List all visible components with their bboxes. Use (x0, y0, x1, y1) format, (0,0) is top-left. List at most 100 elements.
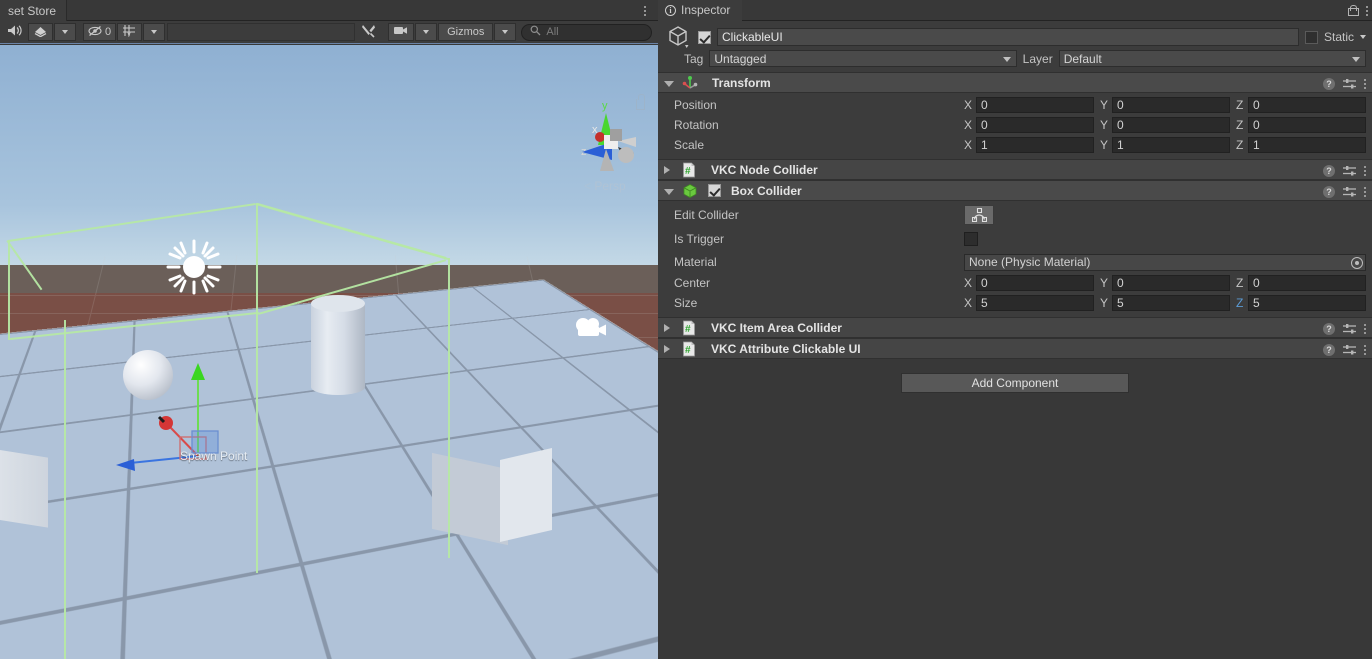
position-y-input[interactable]: 0 (1112, 97, 1230, 113)
rotation-y-input[interactable]: 0 (1112, 117, 1230, 133)
axis-y-label[interactable]: Y (1100, 98, 1108, 112)
scene-orientation-gizmo[interactable]: y z x (566, 97, 646, 177)
component-header-vkc-node-collider[interactable]: # VKC Node Collider ? (658, 159, 1372, 180)
camera-icon (393, 25, 409, 39)
preset-icon[interactable] (1343, 344, 1356, 356)
grid-snap-button[interactable]: y (117, 23, 142, 41)
context-menu-icon[interactable] (1364, 345, 1366, 355)
scene-viewport[interactable]: Spawn Point y z x (0, 45, 658, 659)
axis-x-label[interactable]: X (964, 118, 972, 132)
help-icon[interactable]: ? (1323, 186, 1335, 198)
axis-x-label[interactable]: X (964, 276, 972, 290)
box-collider-enabled-checkbox[interactable] (708, 184, 721, 197)
scene-cube-left[interactable] (0, 448, 48, 527)
component-header-box-collider[interactable]: Box Collider ? (658, 180, 1372, 201)
foldout-closed-icon[interactable] (664, 166, 673, 174)
size-x-input[interactable]: 5 (976, 295, 1094, 311)
edit-collider-button[interactable] (964, 205, 994, 225)
axis-y-label[interactable]: Y (1100, 138, 1108, 152)
context-menu-icon[interactable] (1364, 166, 1366, 176)
tab-inspector[interactable]: i Inspector (658, 0, 742, 21)
scene-camera-button[interactable] (388, 23, 414, 41)
static-checkbox[interactable] (1305, 31, 1318, 44)
help-icon[interactable]: ? (1323, 165, 1335, 177)
rotation-x-input[interactable]: 0 (976, 117, 1094, 133)
inspector-tools (1348, 0, 1368, 21)
camera-gizmo[interactable] (572, 315, 612, 341)
help-icon[interactable]: ? (1323, 344, 1335, 356)
gizmos-dropdown-button[interactable] (494, 23, 516, 41)
add-component-button[interactable]: Add Component (901, 373, 1129, 393)
scene-camera-dropdown-button[interactable] (415, 23, 437, 41)
object-picker-icon[interactable] (1351, 257, 1363, 269)
component-body-box-collider: Edit Collider Is Trigger (658, 201, 1372, 317)
preset-icon[interactable] (1343, 323, 1356, 335)
axis-y-label[interactable]: Y (1100, 118, 1108, 132)
physic-material-field[interactable]: None (Physic Material) (964, 254, 1366, 271)
scene-cylinder[interactable] (311, 303, 365, 395)
property-row-material: Material None (Physic Material) (658, 251, 1372, 273)
fx-dropdown-button[interactable] (54, 23, 76, 41)
size-z-input[interactable]: 5 (1248, 295, 1366, 311)
preset-icon[interactable] (1343, 186, 1356, 198)
preset-icon[interactable] (1343, 165, 1356, 177)
gizmos-button[interactable]: Gizmos (438, 23, 493, 41)
audio-toggle-button[interactable] (2, 23, 27, 41)
lock-icon[interactable] (1348, 5, 1357, 16)
context-menu-icon[interactable] (1364, 187, 1366, 197)
scale-x-input[interactable]: 1 (976, 137, 1094, 153)
size-y-input[interactable]: 5 (1112, 295, 1230, 311)
center-z-input[interactable]: 0 (1248, 275, 1366, 291)
help-icon[interactable]: ? (1323, 78, 1335, 90)
scene-tools-button[interactable] (356, 23, 381, 41)
axis-x-label[interactable]: X (964, 138, 972, 152)
fx-toggle-button[interactable] (28, 23, 53, 41)
is-trigger-checkbox[interactable] (964, 232, 978, 246)
position-x-input[interactable]: 0 (976, 97, 1094, 113)
component-header-vkc-item-area-collider[interactable]: # VKC Item Area Collider ? (658, 317, 1372, 338)
axis-z-label[interactable]: Z (1236, 276, 1244, 290)
projection-mode-label[interactable]: < Persp (584, 179, 626, 193)
directional-light-gizmo[interactable] (165, 238, 223, 296)
preset-icon[interactable] (1343, 78, 1356, 90)
inspector-context-menu-icon[interactable] (1366, 6, 1368, 16)
context-menu-icon[interactable] (1364, 79, 1366, 89)
chevron-down-icon (1003, 57, 1011, 62)
foldout-closed-icon[interactable] (664, 324, 673, 332)
axis-y-label[interactable]: Y (1100, 276, 1108, 290)
gizmo-lock-icon[interactable] (636, 99, 645, 110)
scale-z-input[interactable]: 1 (1248, 137, 1366, 153)
gameobject-active-checkbox[interactable] (698, 31, 711, 44)
grid-snap-dropdown-button[interactable] (143, 23, 165, 41)
scene-tab-options-menu[interactable] (638, 0, 652, 21)
axis-z-label[interactable]: Z (1236, 138, 1244, 152)
axis-x-label[interactable]: X (964, 98, 972, 112)
foldout-open-icon[interactable] (664, 81, 674, 87)
axis-y-label[interactable]: Y (1100, 296, 1108, 310)
help-icon[interactable]: ? (1323, 323, 1335, 335)
component-header-vkc-attribute-clickable-ui[interactable]: # VKC Attribute Clickable UI ? (658, 338, 1372, 359)
static-dropdown-icon[interactable] (1360, 35, 1366, 39)
foldout-closed-icon[interactable] (664, 345, 673, 353)
tab-asset-store[interactable]: set Store (0, 0, 67, 21)
tag-dropdown[interactable]: Untagged (709, 50, 1016, 67)
scene-cube-right[interactable] (432, 453, 508, 545)
axis-z-label[interactable]: Z (1236, 296, 1244, 310)
foldout-open-icon[interactable] (664, 189, 674, 195)
gameobject-cube-icon[interactable] (666, 24, 692, 50)
rotation-z-input[interactable]: 0 (1248, 117, 1366, 133)
axis-x-label[interactable]: X (964, 296, 972, 310)
axis-z-label[interactable]: Z (1236, 118, 1244, 132)
context-menu-icon[interactable] (1364, 324, 1366, 334)
scene-search-input[interactable]: All (521, 24, 652, 41)
center-x-input[interactable]: 0 (976, 275, 1094, 291)
hidden-objects-button[interactable]: 0 (83, 23, 116, 41)
axis-z-label[interactable]: Z (1236, 98, 1244, 112)
position-z-input[interactable]: 0 (1248, 97, 1366, 113)
gameobject-name-input[interactable]: ClickableUI (717, 28, 1299, 46)
chevron-down-icon (1352, 57, 1360, 62)
layer-dropdown[interactable]: Default (1059, 50, 1366, 67)
center-y-input[interactable]: 0 (1112, 275, 1230, 291)
scale-y-input[interactable]: 1 (1112, 137, 1230, 153)
component-header-transform[interactable]: Transform ? (658, 72, 1372, 93)
